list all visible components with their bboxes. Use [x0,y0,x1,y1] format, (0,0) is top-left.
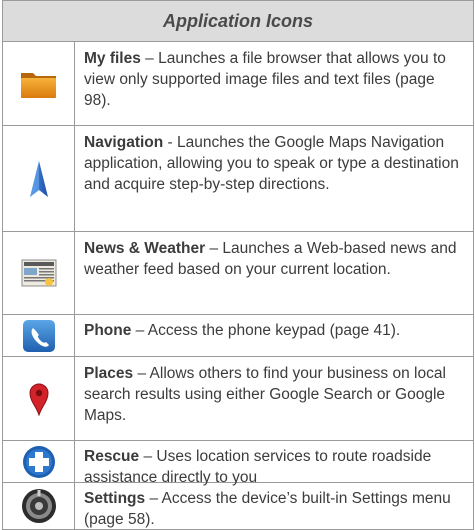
description-cell: Places – Allows others to find your busi… [75,357,473,440]
app-name: Rescue [84,448,140,465]
navigation-arrow-icon [29,160,48,197]
app-name: Phone [84,322,132,339]
table-row: News & Weather – Launches a Web-based ne… [3,232,473,315]
description-cell: Rescue – Uses location services to route… [75,441,473,486]
app-name: My files [84,50,141,67]
app-name: News & Weather [84,240,206,257]
icon-cell [3,232,75,314]
icon-cell [3,483,75,529]
icon-cell [3,357,75,440]
rescue-cross-icon [22,445,55,478]
newspaper-icon [21,259,56,287]
app-name: Navigation [84,134,164,151]
separator: – [133,365,150,382]
description-cell: Settings – Access the device’s built-in … [75,483,473,529]
phone-icon [22,319,55,352]
app-name: Places [84,365,134,382]
app-description: Access the phone keypad (page 41). [147,322,401,339]
icon-cell [3,315,75,356]
icon-cell [3,441,75,482]
folder-icon [20,72,56,98]
separator: – [131,322,148,339]
separator: – [140,50,159,67]
icon-cell [3,42,75,125]
settings-knob-icon [21,489,56,523]
table-header: Application Icons [3,1,473,42]
description-cell: News & Weather – Launches a Web-based ne… [75,232,473,314]
icon-cell [3,126,75,231]
application-icons-table: Application Icons My files – Launches a … [2,0,474,530]
description-cell: Navigation - Launches the Google Maps Na… [75,126,473,231]
table-row: My files – Launches a file browser that … [3,42,473,126]
table-row: Rescue – Uses location services to route… [3,441,473,486]
description-cell: Phone – Access the phone keypad (page 41… [75,315,473,356]
separator: – [145,490,162,507]
app-name: Settings [84,490,146,507]
table-row: Phone – Access the phone keypad (page 41… [3,315,473,357]
table-row: Navigation - Launches the Google Maps Na… [3,126,473,232]
map-pin-icon [28,383,49,416]
table-row: Settings – Access the device’s built-in … [3,483,473,529]
table-row: Places – Allows others to find your busi… [3,357,473,441]
separator: – [139,448,157,465]
description-cell: My files – Launches a file browser that … [75,42,473,125]
separator: - [163,134,178,151]
separator: – [205,240,223,257]
